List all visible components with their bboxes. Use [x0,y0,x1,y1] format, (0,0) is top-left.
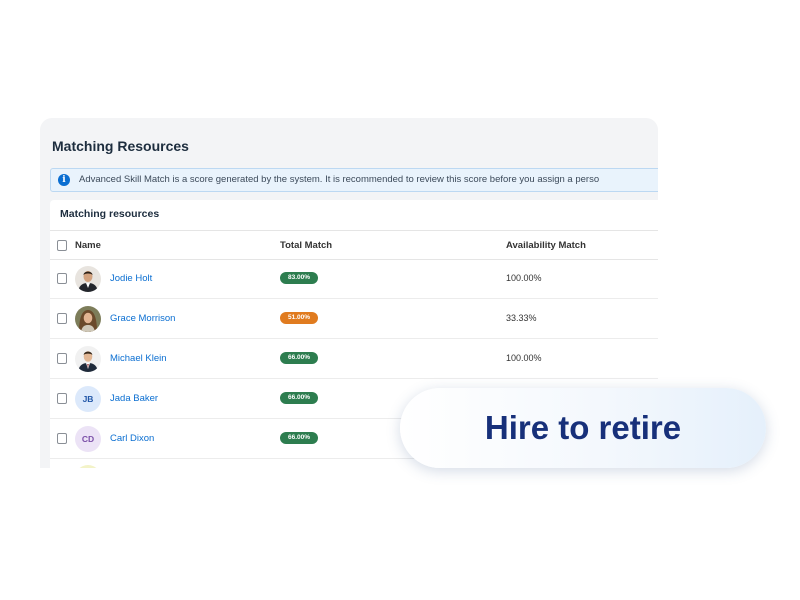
avatar: JB [75,386,101,412]
resource-name-link[interactable]: Grace Morrison [110,313,175,324]
resource-name-link[interactable]: Carl Dixon [110,433,154,444]
info-message-strip: i Advanced Skill Match is a score genera… [50,168,658,192]
resource-name-link[interactable]: Jodie Holt [110,273,152,284]
resource-name-link[interactable]: Jada Baker [110,393,158,404]
row-checkbox[interactable] [57,273,67,284]
column-header-name[interactable]: Name [75,240,101,251]
avatar: CD [75,426,101,452]
avatar [75,266,101,292]
total-match-badge: 66.00% [280,432,318,444]
avatar [75,306,101,332]
total-match-badge: 51.00% [280,312,318,324]
table-title: Matching resources [60,208,160,220]
resource-name-link[interactable]: Michael Klein [110,353,167,364]
row-checkbox[interactable] [57,393,67,404]
row-checkbox[interactable] [57,433,67,444]
total-match-badge: 66.00% [280,392,318,404]
total-match-badge: 83.00% [280,272,318,284]
table-row[interactable]: Michael Klein 66.00% 100.00% [50,339,658,379]
column-header-availability-match[interactable]: Availability Match [506,240,586,251]
hire-to-retire-banner: Hire to retire [400,388,766,468]
column-header-total-match[interactable]: Total Match [280,240,332,251]
table-header-row: Name Total Match Availability Match [50,230,658,260]
row-checkbox[interactable] [57,313,67,324]
total-match-badge: 66.00% [280,352,318,364]
select-all-checkbox[interactable] [57,240,67,251]
table-row[interactable]: Grace Morrison 51.00% 33.33% [50,299,658,339]
row-checkbox[interactable] [57,353,67,364]
table-row[interactable]: Jodie Holt 83.00% 100.00% [50,259,658,299]
avatar [75,465,101,468]
availability-match-value: 100.00% [506,353,542,363]
info-message-text: Advanced Skill Match is a score generate… [79,174,600,185]
availability-match-value: 33.33% [506,313,537,323]
avatar [75,346,101,372]
page-title: Matching Resources [52,138,189,154]
info-icon: i [58,174,70,186]
availability-match-value: 100.00% [506,273,542,283]
